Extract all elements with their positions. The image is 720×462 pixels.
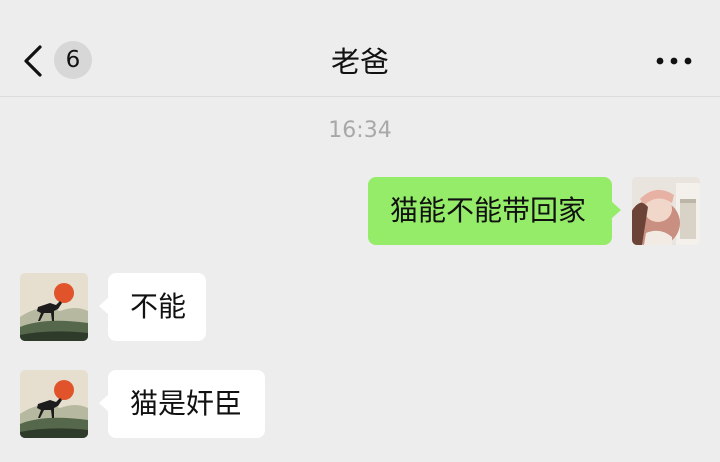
message-text: 猫能不能带回家 xyxy=(390,194,587,227)
more-button[interactable] xyxy=(654,46,694,76)
my-avatar-image xyxy=(632,177,700,245)
my-avatar[interactable] xyxy=(632,177,700,245)
message-text: 不能 xyxy=(130,290,187,323)
message-bubble-received[interactable]: 猫是奸臣 xyxy=(99,370,265,438)
contact-avatar-image xyxy=(20,273,88,341)
contact-avatar-image xyxy=(20,370,88,438)
message-bubble-received[interactable]: 不能 xyxy=(99,273,206,341)
bubble-tail xyxy=(99,297,109,315)
bubble-tail xyxy=(611,201,621,219)
contact-avatar[interactable] xyxy=(20,370,88,438)
contact-avatar[interactable] xyxy=(20,273,88,341)
top-bar: 6 老爸 xyxy=(0,0,720,97)
message-bubble-sent[interactable]: 猫能不能带回家 xyxy=(368,177,621,245)
more-dots-icon xyxy=(656,57,692,65)
message-text: 猫是奸臣 xyxy=(130,387,243,420)
bubble-tail xyxy=(99,394,109,412)
chat-title: 老爸 xyxy=(330,45,389,79)
message-timestamp: 16:34 xyxy=(328,118,392,143)
